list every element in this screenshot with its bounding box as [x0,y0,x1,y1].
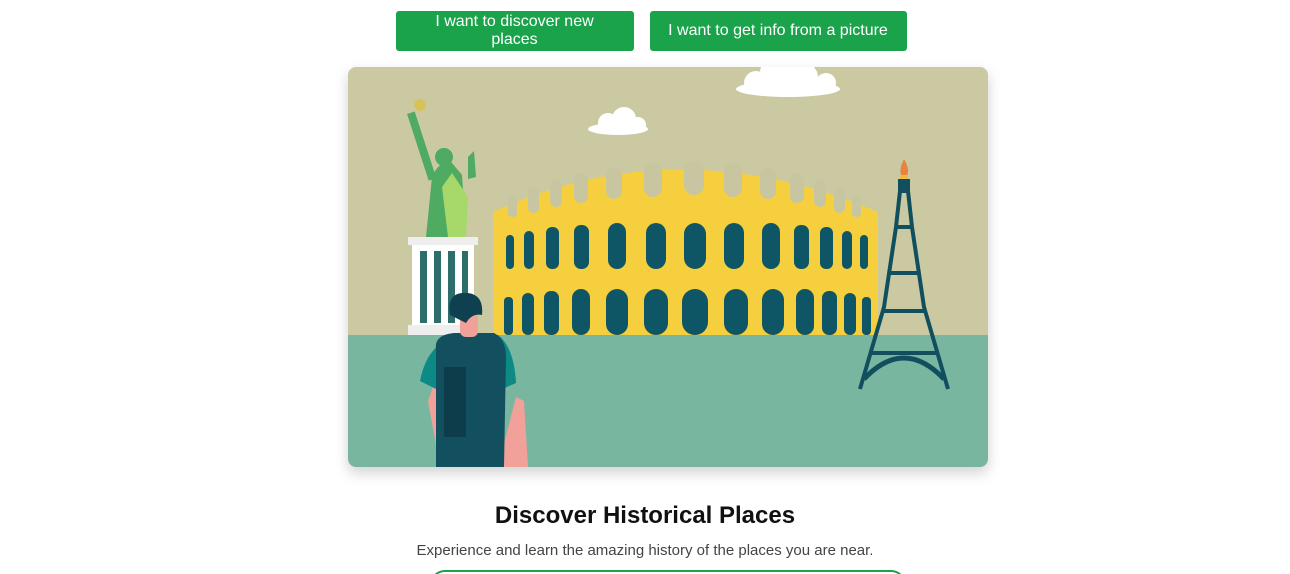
mode-selector: I want to discover new places I want to … [0,11,1290,51]
landmarks-illustration [348,67,988,467]
discover-places-button[interactable]: I want to discover new places [395,11,634,51]
picture-info-button[interactable]: I want to get info from a picture [649,11,907,51]
hero-illustration [348,67,988,467]
page-subtitle: Experience and learn the amazing history… [416,542,874,559]
page-title: Discover Historical Places [494,502,796,529]
primary-action-button[interactable] [430,570,906,574]
colosseum-illustration [493,161,878,335]
page: I want to discover new places I want to … [0,0,1290,574]
